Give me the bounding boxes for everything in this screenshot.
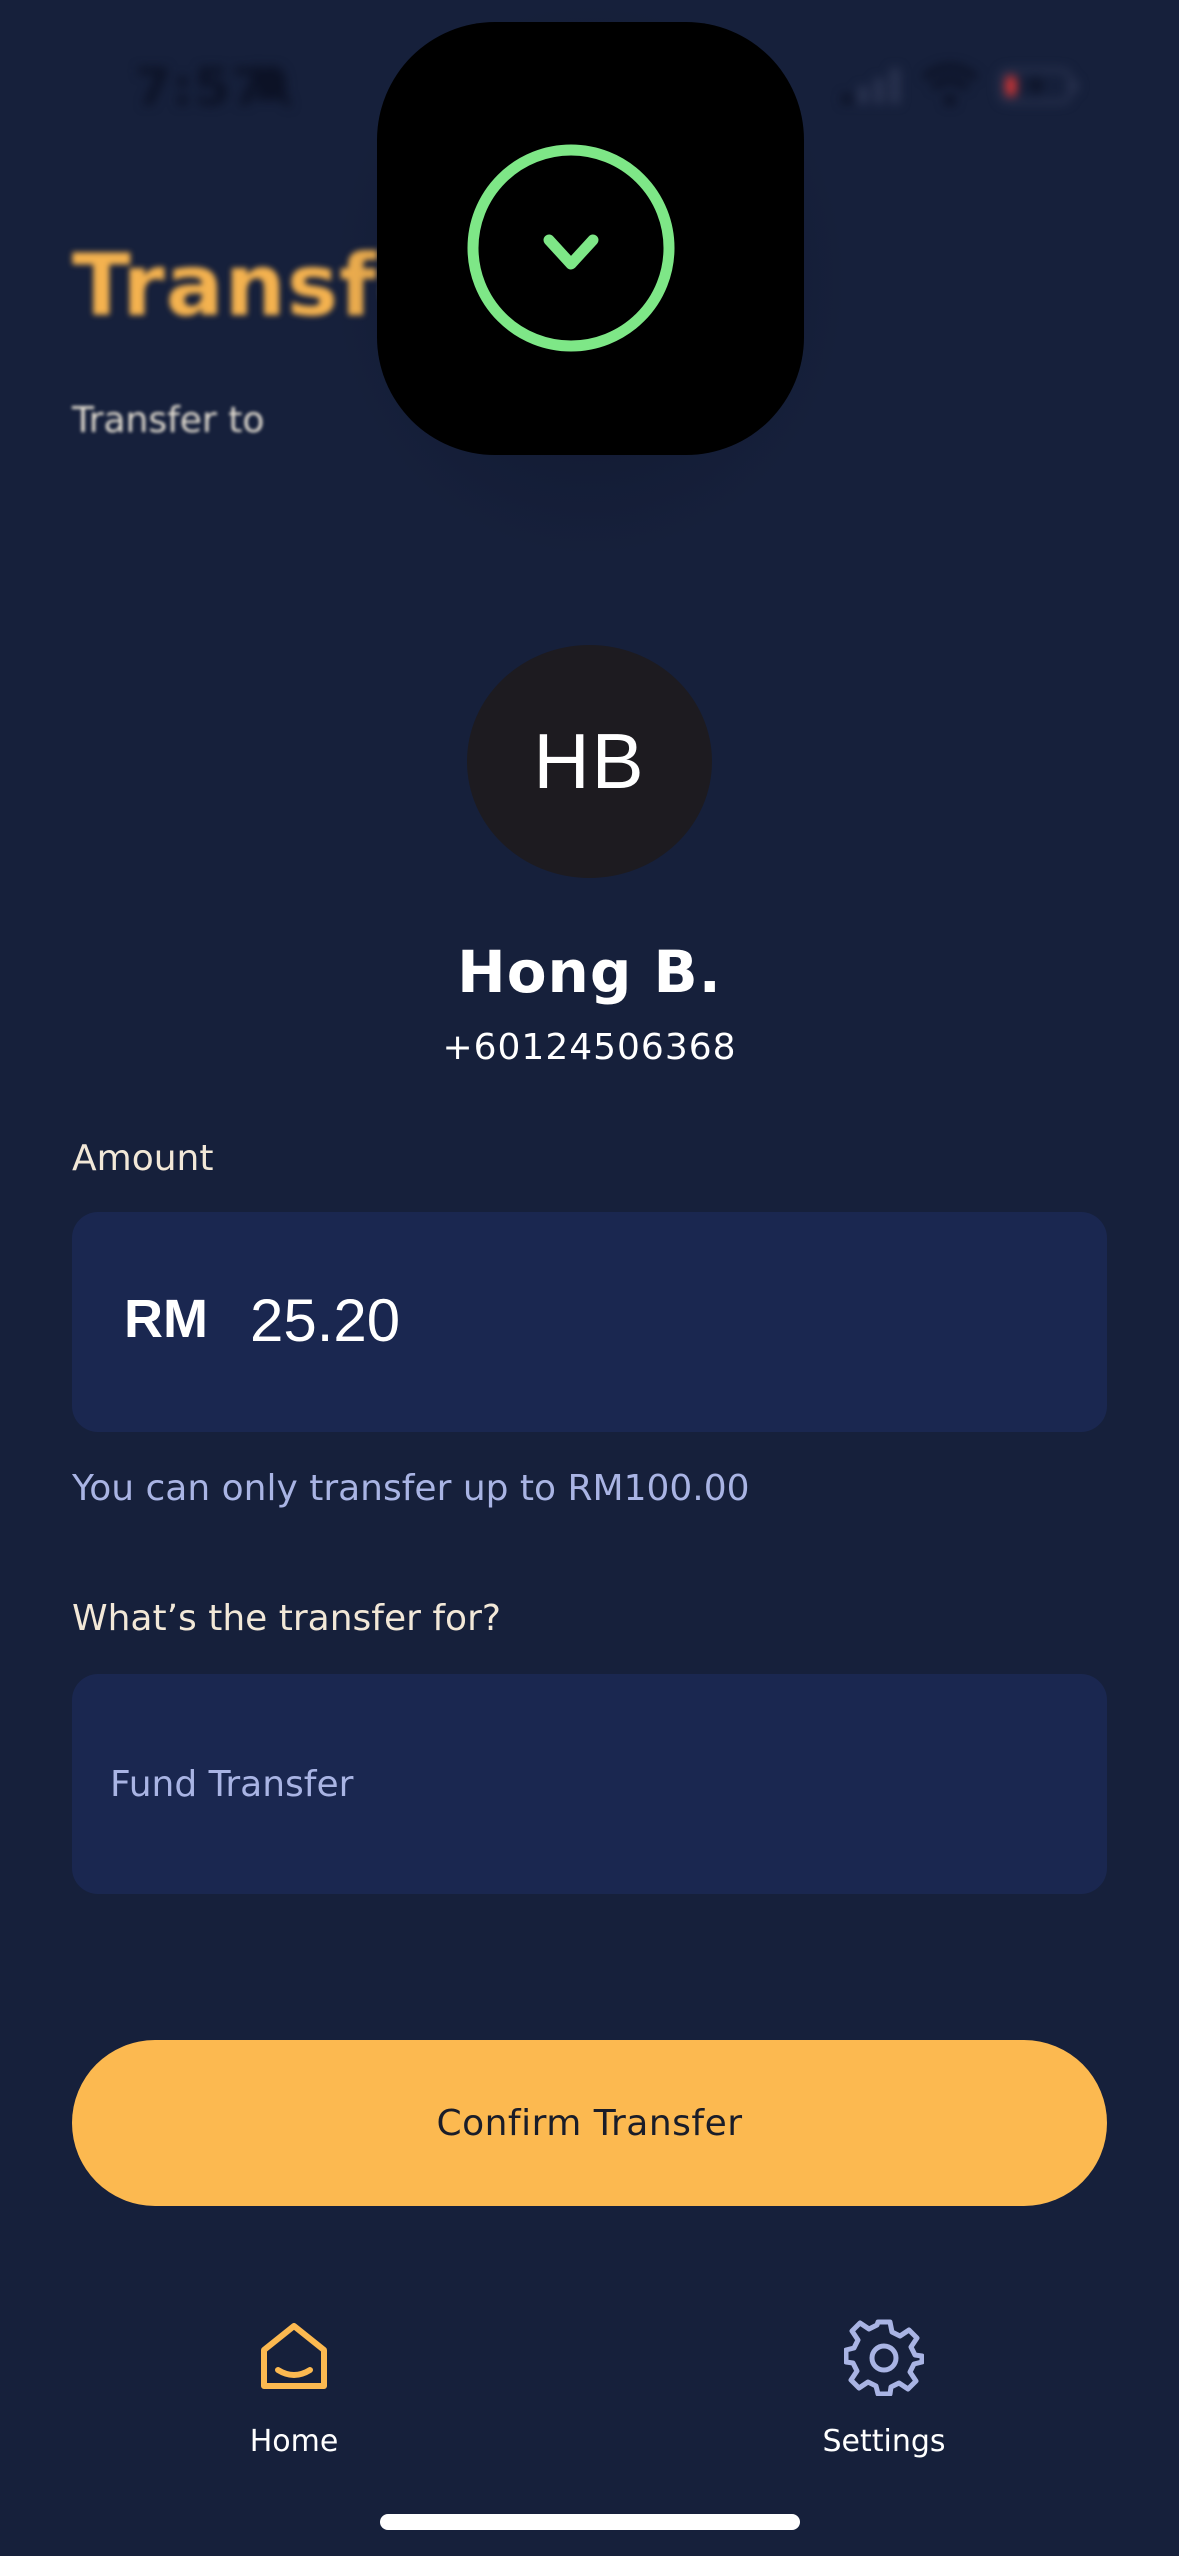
recipient-name: Hong B.: [457, 938, 722, 1006]
confirm-transfer-label: Confirm Transfer: [436, 2102, 743, 2144]
transfer-screen: 7:57 Transfer Transfer to HB Hong B. +60…: [0, 0, 1179, 2556]
amount-value[interactable]: 25.20: [250, 1286, 400, 1355]
recipient-phone: +60124506368: [442, 1027, 737, 1068]
amount-field[interactable]: RM 25.20: [72, 1212, 1107, 1432]
nav-label-home: Home: [249, 2424, 339, 2459]
battery-low-icon: [998, 68, 1078, 104]
confirm-transfer-button[interactable]: Confirm Transfer: [72, 2040, 1107, 2206]
amount-limit-hint: You can only transfer up to RM100.00: [72, 1468, 750, 1509]
nav-label-settings: Settings: [822, 2424, 946, 2459]
home-indicator[interactable]: [380, 2514, 800, 2530]
gear-icon: [844, 2319, 924, 2396]
bell-muted-icon: [254, 64, 292, 108]
download-overlay: [377, 22, 804, 455]
avatar: HB: [467, 645, 712, 878]
nav-item-settings[interactable]: Settings: [764, 2316, 1004, 2476]
avatar-initials: HB: [533, 717, 646, 805]
status-time: 7:57: [135, 58, 269, 118]
page-subtitle: Transfer to: [72, 400, 265, 441]
purpose-input[interactable]: [110, 1674, 1070, 1894]
amount-label: Amount: [72, 1138, 214, 1179]
download-circle-icon: [467, 144, 675, 352]
purpose-label: What’s the transfer for?: [72, 1598, 501, 1639]
nav-item-home[interactable]: Home: [174, 2316, 414, 2476]
purpose-field[interactable]: [72, 1674, 1107, 1894]
amount-currency: RM: [124, 1289, 208, 1349]
wifi-icon: [921, 63, 979, 106]
home-icon: [261, 2323, 327, 2389]
cellular-signal-icon: [842, 68, 900, 104]
